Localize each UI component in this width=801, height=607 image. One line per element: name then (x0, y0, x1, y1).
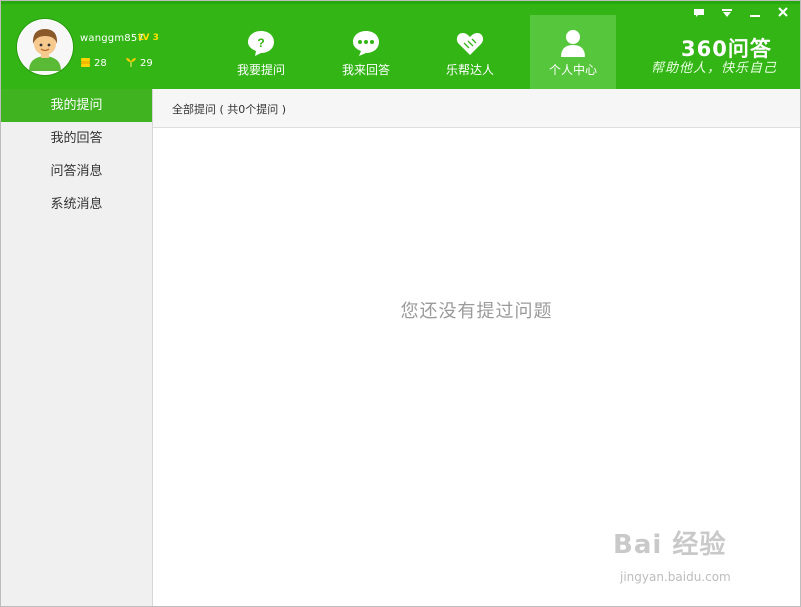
empty-state-message: 您还没有提过问题 (400, 301, 553, 322)
sidebar-item-my-questions[interactable]: 我的提问 (1, 89, 152, 122)
sidebar: 我的提问 我的回答 问答消息 系统消息 (1, 89, 153, 606)
nav-label: 乐帮达人 (445, 63, 494, 77)
nav-label: 我来回答 (341, 63, 390, 77)
heart-hands-icon (455, 29, 485, 57)
svg-text:?: ? (257, 36, 264, 50)
sidebar-item-qa-messages[interactable]: 问答消息 (1, 155, 152, 188)
brand-slogan: 帮助他人，快乐自己 (651, 61, 778, 76)
nav-ask-question[interactable]: ? 我要提问 (218, 15, 304, 89)
avatar-image (18, 20, 72, 74)
baidu-watermark-logo: Bai 经验 (613, 530, 727, 560)
level-badge: LV 3 (138, 33, 159, 43)
baidu-watermark-url: jingyan.baidu.com (620, 570, 731, 584)
coins-stat: 28 (80, 57, 107, 71)
content-toolbar: 全部提问 ( 共0个提问 ) (153, 89, 800, 128)
minimize-button[interactable] (747, 6, 763, 22)
nav-personal-center[interactable]: 个人中心 (530, 15, 616, 89)
sprout-icon (125, 57, 137, 71)
header-bar: wanggm857 LV 3 28 29 ? 我要提问 我来回答 乐帮达人 个人… (1, 1, 800, 89)
answers-stat: 29 (125, 57, 153, 71)
coins-value: 28 (94, 58, 107, 69)
close-button[interactable] (775, 6, 791, 22)
nav-label: 个人中心 (548, 63, 597, 77)
nav-helpers[interactable]: 乐帮达人 (427, 15, 513, 89)
chat-bubble-icon (351, 29, 381, 57)
sidebar-item-system-messages[interactable]: 系统消息 (1, 188, 152, 221)
chat-icon (694, 9, 704, 17)
app-window: wanggm857 LV 3 28 29 ? 我要提问 我来回答 乐帮达人 个人… (0, 0, 801, 607)
close-icon (778, 7, 788, 17)
coins-icon (80, 57, 91, 71)
user-avatar[interactable] (17, 19, 73, 75)
nav-label: 我要提问 (236, 63, 285, 77)
sidebar-item-my-answers[interactable]: 我的回答 (1, 122, 152, 155)
menu-icon (722, 9, 732, 17)
answers-value: 29 (140, 58, 153, 69)
minimize-icon (750, 15, 760, 17)
nav-answer[interactable]: 我来回答 (323, 15, 409, 89)
feedback-button[interactable] (691, 6, 707, 22)
question-bubble-icon: ? (246, 29, 276, 57)
person-icon (558, 29, 588, 57)
breadcrumb[interactable]: 全部提问 ( 共0个提问 ) (172, 101, 286, 117)
menu-button[interactable] (719, 6, 735, 22)
username[interactable]: wanggm857 (80, 33, 144, 44)
